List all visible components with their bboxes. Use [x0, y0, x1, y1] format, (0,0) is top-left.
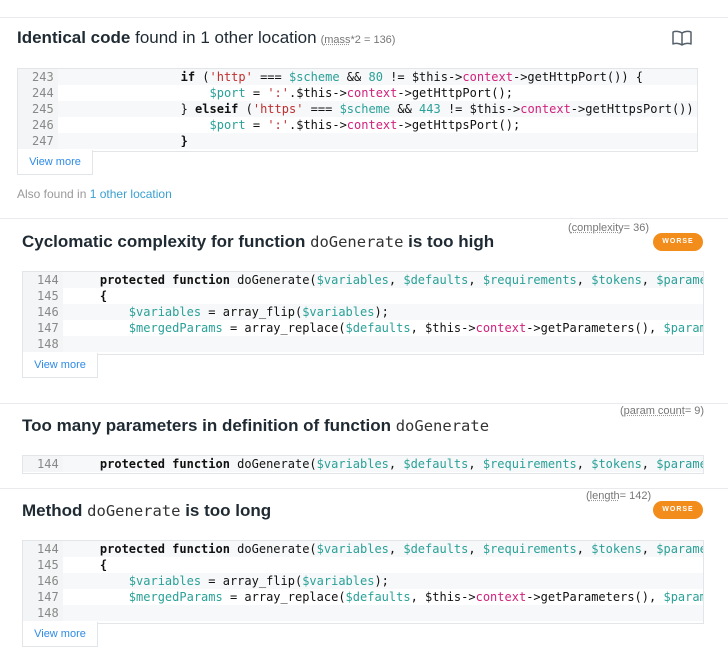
issue-divider — [0, 403, 728, 404]
code-line: 144 protected function doGenerate($varia… — [23, 541, 703, 557]
length-metric: (length= 142) — [586, 490, 652, 502]
code-line: 145 { — [23, 288, 703, 304]
code-line: 146 $variables = array_flip($variables); — [23, 573, 703, 589]
code-snippet-params: 144 protected function doGenerate($varia… — [22, 455, 704, 474]
view-more-button[interactable]: View more — [22, 353, 98, 378]
code-line: 148 — [23, 336, 703, 352]
issue-title-params: Too many parameters in definition of fun… — [22, 416, 490, 435]
line-number: 145 — [23, 557, 63, 573]
line-number: 147 — [23, 320, 63, 336]
code-text: if ('http' === $scheme && 80 != $this->c… — [180, 70, 644, 84]
code-line: 244 $port = ':'.$this->context->getHttpP… — [18, 85, 697, 101]
line-number: 247 — [18, 133, 58, 149]
code-line: 148 — [23, 605, 703, 621]
issue-title-complexity: Cyclomatic complexity for function doGen… — [22, 232, 495, 251]
line-number: 243 — [18, 69, 58, 85]
code-text: protected function doGenerate($variables… — [99, 273, 703, 287]
code-text: $mergedParams = array_replace($defaults,… — [128, 321, 703, 335]
issue-title-duplication: Identical code found in 1 other location… — [17, 28, 395, 48]
line-number: 245 — [18, 101, 58, 117]
function-name: doGenerate — [87, 502, 181, 520]
view-more-button[interactable]: View more — [22, 622, 98, 647]
line-number: 144 — [23, 456, 63, 472]
code-line: 243 if ('http' === $scheme && 80 != $thi… — [18, 69, 697, 85]
other-location-link[interactable]: 1 other location — [90, 187, 172, 201]
code-text: { — [71, 558, 108, 572]
code-line: 145 { — [23, 557, 703, 573]
code-text: } — [65, 134, 188, 148]
code-line: 146 $variables = array_flip($variables); — [23, 304, 703, 320]
code-text: $mergedParams = array_replace($defaults,… — [128, 590, 703, 604]
issue-divider — [0, 488, 728, 489]
code-text: $variables = array_flip($variables); — [128, 305, 389, 319]
code-text: $port = ':'.$this->context->getHttpsPort… — [209, 118, 521, 132]
worse-badge: WORSE — [653, 501, 703, 519]
code-text: $port = ':'.$this->context->getHttpPort(… — [209, 86, 513, 100]
code-line: 147 $mergedParams = array_replace($defau… — [23, 589, 703, 605]
code-snippet-complexity: 144 protected function doGenerate($varia… — [22, 271, 704, 355]
line-number: 144 — [23, 541, 63, 557]
function-name: doGenerate — [310, 233, 404, 251]
code-text: $variables = array_flip($variables); — [128, 574, 389, 588]
code-text: { — [71, 289, 108, 303]
mass-label: mass — [324, 34, 351, 46]
code-text: protected function doGenerate($variables… — [99, 542, 703, 556]
code-line: 144 protected function doGenerate($varia… — [23, 272, 703, 288]
code-text: } elseif ('https' === $scheme && 443 != … — [65, 102, 694, 116]
code-line: 247 } — [18, 133, 697, 149]
line-number: 146 — [23, 304, 63, 320]
view-more-button[interactable]: View more — [17, 150, 93, 175]
param-count-metric: (param count= 9) — [620, 405, 705, 417]
mass-value: *2 = 136) — [350, 34, 396, 46]
code-line: 147 $mergedParams = array_replace($defau… — [23, 320, 703, 336]
complexity-metric: (complexity= 36) — [568, 222, 650, 234]
function-name: doGenerate — [395, 417, 490, 435]
issue-title-long: Method doGenerate is too long — [22, 501, 272, 520]
line-number: 144 — [23, 272, 63, 288]
worse-badge: WORSE — [653, 233, 703, 251]
code-line: 245 } elseif ('https' === $scheme && 443… — [18, 101, 697, 117]
book-icon[interactable] — [672, 30, 692, 46]
line-number: 148 — [23, 336, 63, 352]
top-divider — [0, 17, 728, 18]
line-number: 145 — [23, 288, 63, 304]
issue-divider — [0, 218, 728, 219]
line-number: 147 — [23, 589, 63, 605]
also-found-text: Also found in 1 other location — [17, 187, 172, 201]
title-bold: Identical code — [17, 28, 131, 47]
code-text: protected function doGenerate($variables… — [99, 457, 703, 471]
line-number: 146 — [23, 573, 63, 589]
line-number: 148 — [23, 605, 63, 621]
code-line: 144 protected function doGenerate($varia… — [23, 456, 703, 472]
title-rest: found in 1 other location — [130, 28, 317, 47]
code-line: 246 $port = ':'.$this->context->getHttps… — [18, 117, 697, 133]
code-snippet-long: 144 protected function doGenerate($varia… — [22, 540, 704, 624]
line-number: 244 — [18, 85, 58, 101]
code-snippet-duplication: 243 if ('http' === $scheme && 80 != $thi… — [17, 68, 698, 152]
line-number: 246 — [18, 117, 58, 133]
mass-metric: (mass*2 = 136) — [320, 34, 396, 46]
